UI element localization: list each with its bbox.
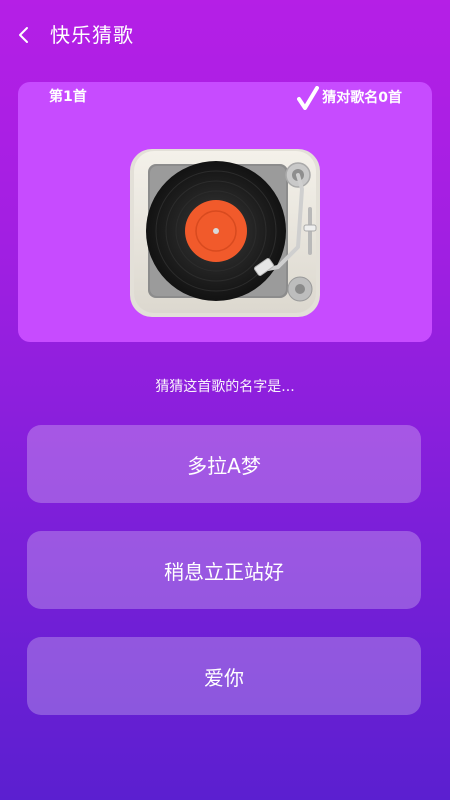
answer-option-2[interactable]: 稍息立正站好 — [27, 531, 421, 609]
question-prompt: 猜猜这首歌的名字是... — [155, 379, 295, 395]
correct-count: 猜对歌名0首 — [297, 86, 402, 110]
answer-option-3[interactable]: 爱你 — [27, 637, 421, 715]
song-index-label: 第1首 — [49, 89, 87, 105]
turntable-icon — [130, 149, 320, 317]
song-card: 第1首 猜对歌名0首 — [18, 82, 432, 342]
chevron-left-icon — [19, 27, 28, 43]
back-button[interactable] — [10, 20, 38, 50]
correct-count-label: 猜对歌名0首 — [322, 90, 402, 106]
page-title: 快乐猜歌 — [50, 23, 134, 47]
checkmark-icon — [297, 86, 320, 110]
answer-option-1[interactable]: 多拉A梦 — [27, 425, 421, 503]
app-header: 快乐猜歌 — [0, 0, 450, 70]
